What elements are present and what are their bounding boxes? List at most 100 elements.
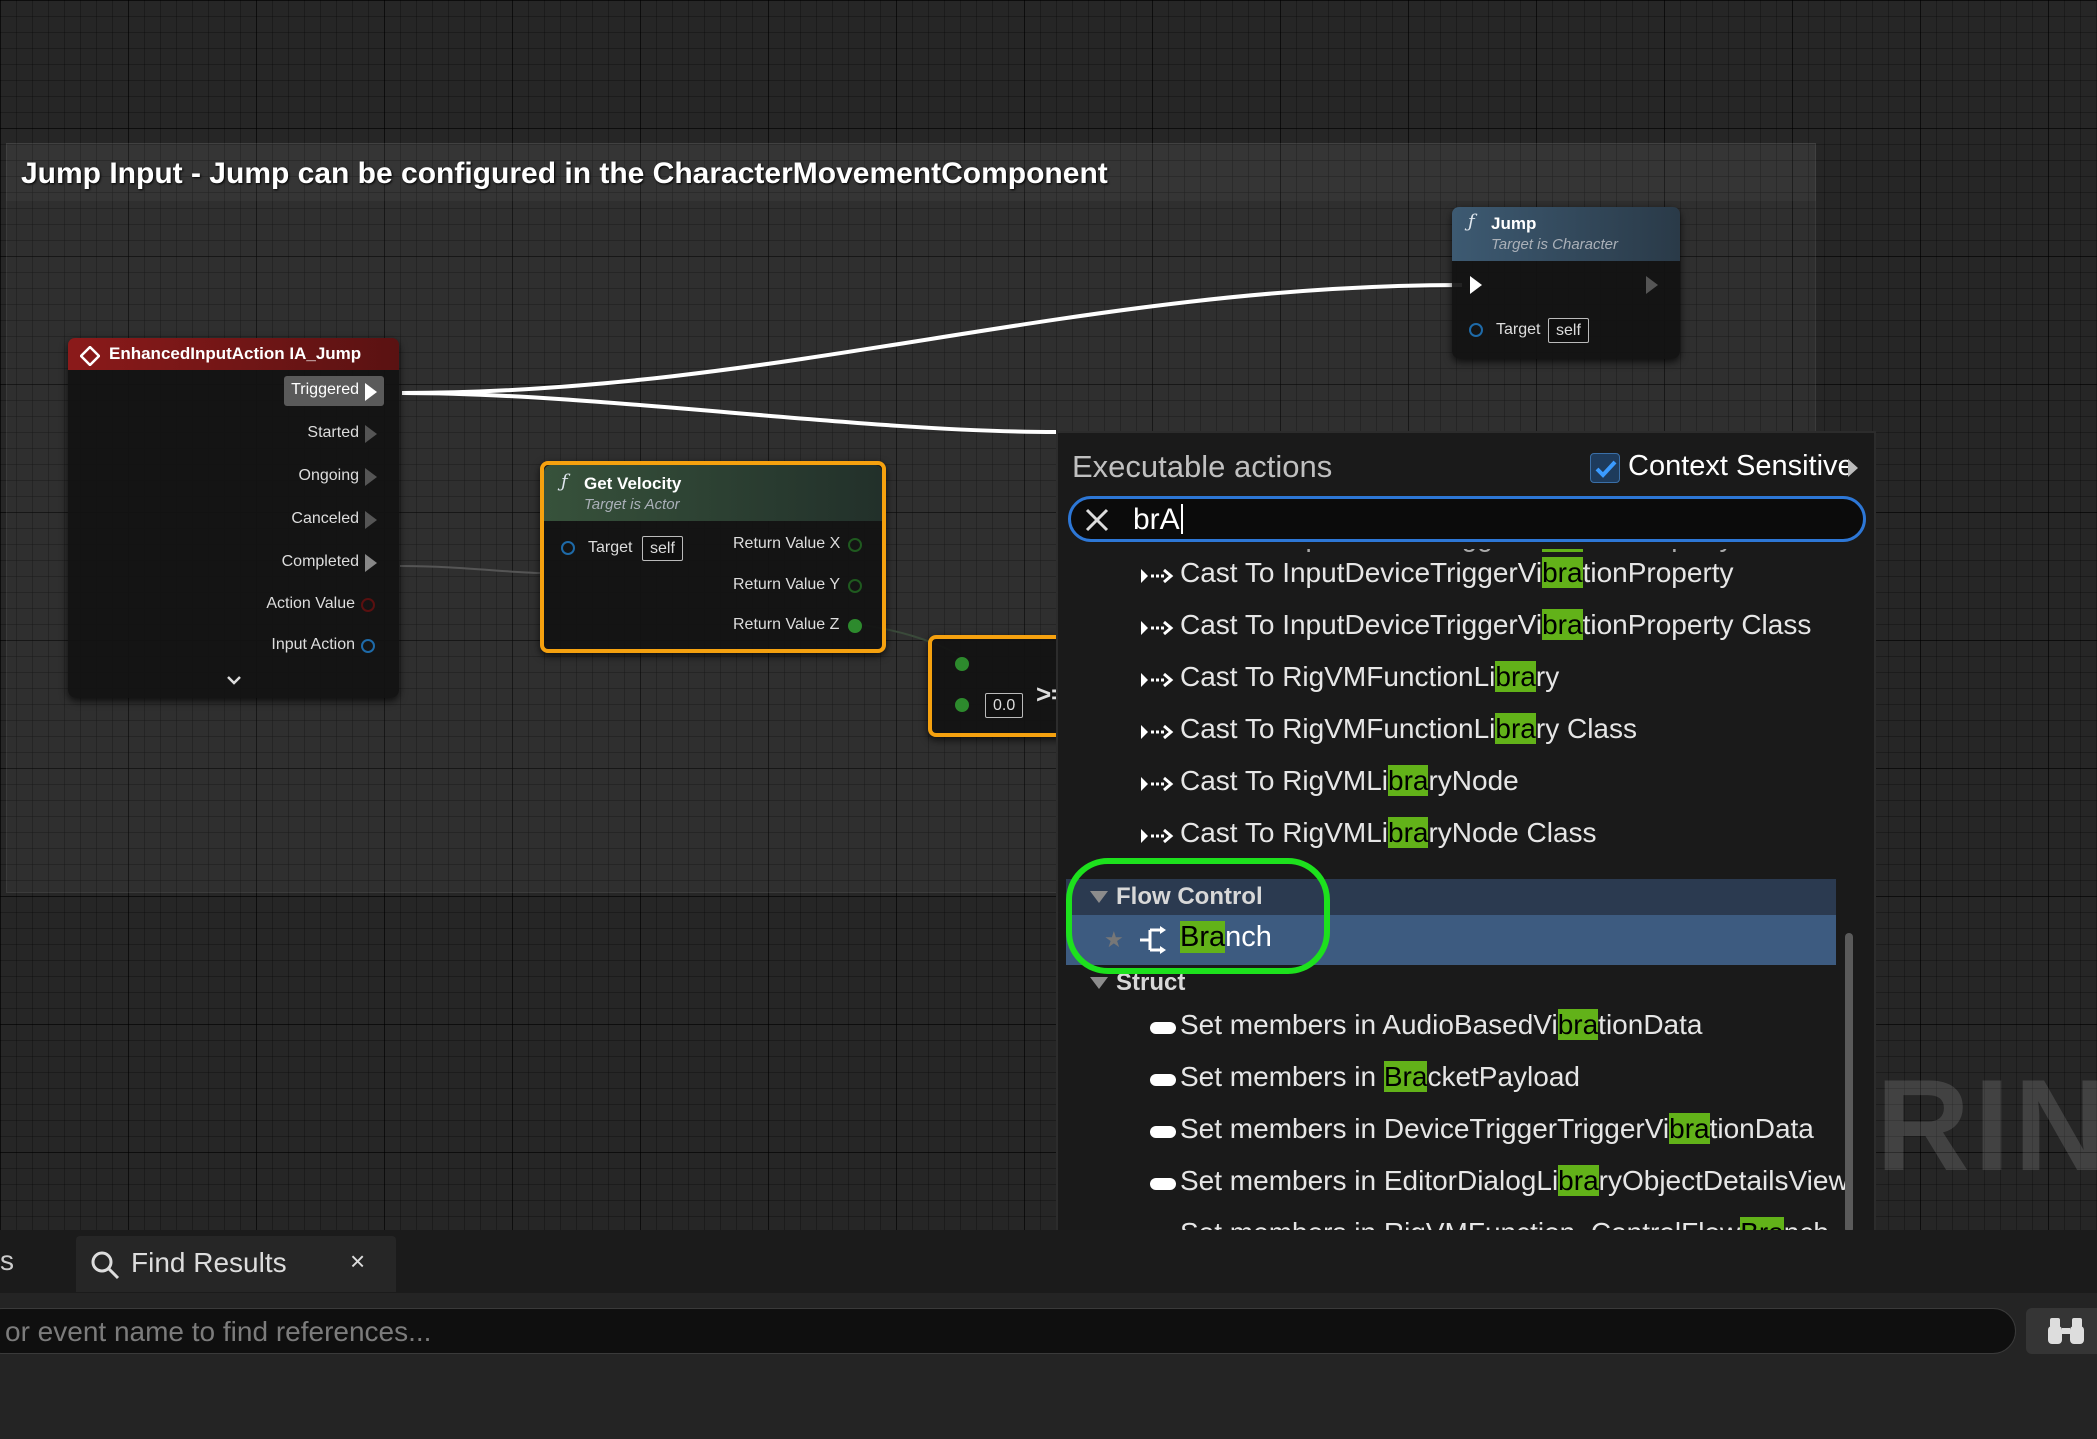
text-caret xyxy=(1180,504,1183,534)
node-subtitle: Target is Character xyxy=(1491,236,1619,253)
node-title: EnhancedInputAction IA_Jump xyxy=(109,344,362,363)
pin-return-x[interactable] xyxy=(848,538,862,552)
find-references-input[interactable]: or event name to find references... xyxy=(0,1308,2016,1354)
list-item-struct[interactable]: Set members in EditorDialogLibraryObject… xyxy=(1066,1157,1846,1209)
collapse-triangle-icon xyxy=(1090,977,1108,989)
list-item-struct[interactable]: Set members in BracketPayload xyxy=(1066,1053,1836,1105)
jump-node[interactable]: ƒ Jump Target is Character Target self xyxy=(1452,207,1680,359)
list-item-label: Set members in EditorDialogLibraryObject… xyxy=(1180,1165,1846,1196)
pin-compare-a[interactable] xyxy=(955,657,969,671)
exec-pin-in[interactable] xyxy=(1470,276,1482,294)
close-icon[interactable]: × xyxy=(350,1246,365,1277)
pin-target[interactable] xyxy=(1469,323,1483,337)
find-placeholder: or event name to find references... xyxy=(5,1316,432,1347)
list-item-label: Cast To RigVMFunctionLibrary xyxy=(1180,661,1560,692)
tab-find-results[interactable]: Find Results × xyxy=(76,1236,396,1292)
search-value: brA xyxy=(1133,503,1180,536)
scrollbar[interactable] xyxy=(1845,933,1853,1233)
binoculars-icon xyxy=(2048,1318,2084,1344)
pin-input-action-label: Input Action xyxy=(271,636,355,653)
menu-title: Executable actions xyxy=(1072,449,1333,484)
annotation-circle xyxy=(1066,858,1330,974)
pin-started-label: Started xyxy=(307,424,359,441)
exec-pin-started[interactable] xyxy=(365,425,377,443)
exec-pin-canceled[interactable] xyxy=(365,511,377,529)
pin-completed-label: Completed xyxy=(281,553,359,570)
pin-input-action[interactable] xyxy=(361,639,375,653)
chevron-down-icon[interactable] xyxy=(226,674,242,686)
pin-triggered-label: Triggered xyxy=(291,381,359,398)
list-item-label: Cast To RigVMLibraryNode xyxy=(1180,765,1519,796)
bottom-panel: s Find Results × or event name to find r… xyxy=(0,1230,2097,1439)
list-item-cast[interactable]: Cast To RigVMLibraryNode xyxy=(1066,757,1836,809)
list-item-label: Cast To InputDeviceTriggerVibrationPrope… xyxy=(1180,557,1734,588)
struct-pill-icon xyxy=(1150,1074,1176,1086)
list-item-struct[interactable]: Set members in DeviceTriggerTriggerVibra… xyxy=(1066,1105,1836,1157)
function-icon: ƒ xyxy=(561,471,568,492)
exec-wire-to-menu xyxy=(401,391,1057,434)
expand-arrow-icon[interactable] xyxy=(1848,459,1858,477)
exec-pin-triggered[interactable] xyxy=(365,383,377,401)
list-item-cast[interactable]: Cast To InputDeviceTriggerVibrationPrope… xyxy=(1066,601,1836,653)
target-self-field[interactable]: self xyxy=(642,536,683,561)
pin-return-y[interactable] xyxy=(848,579,862,593)
list-item-label: Set members in BracketPayload xyxy=(1180,1061,1580,1092)
pin-target-label: Target xyxy=(588,539,633,556)
exec-pin-out[interactable] xyxy=(1646,276,1658,294)
pin-action-value-label: Action Value xyxy=(266,595,355,612)
cast-arrow-icon xyxy=(1141,776,1174,792)
cast-arrow-icon xyxy=(1141,828,1174,844)
return-y-label: Return Value Y xyxy=(733,576,841,593)
input-action-node[interactable]: EnhancedInputAction IA_Jump Triggered St… xyxy=(68,338,399,698)
return-z-label: Return Value Z xyxy=(733,616,840,633)
find-button[interactable] xyxy=(2026,1308,2097,1354)
magnifier-icon xyxy=(91,1251,120,1280)
cast-arrow-icon xyxy=(1141,620,1174,636)
close-icon[interactable] xyxy=(1083,506,1111,534)
cast-arrow-icon xyxy=(1141,672,1174,688)
struct-pill-icon xyxy=(1150,1022,1176,1034)
tab-bar: s Find Results × xyxy=(0,1230,2097,1293)
exec-pin-completed[interactable] xyxy=(365,554,377,572)
list-item-label: Set members in DeviceTriggerTriggerVibra… xyxy=(1180,1113,1814,1144)
pin-return-z[interactable] xyxy=(848,619,862,633)
context-sensitive-checkbox[interactable] xyxy=(1590,453,1620,483)
list-item-cast[interactable]: Cast To InputDeviceTriggerVibrationPrope… xyxy=(1066,549,1836,601)
list-item-struct[interactable]: Set members in AudioBasedVibrationData xyxy=(1066,1001,1836,1053)
checkmark-icon xyxy=(1595,460,1617,478)
pin-target[interactable] xyxy=(561,541,575,555)
list-item-label: Cast To RigVMLibraryNode Class xyxy=(1180,817,1597,848)
context-sensitive-label[interactable]: Context Sensitive xyxy=(1628,450,1854,483)
list-item-cast[interactable]: Cast To RigVMLibraryNode Class xyxy=(1066,809,1836,861)
function-icon: ƒ xyxy=(1468,211,1475,232)
get-velocity-node[interactable]: ƒ Get Velocity Target is Actor Target se… xyxy=(540,461,886,653)
exec-wire-to-jump xyxy=(401,283,1463,395)
node-title: Get Velocity xyxy=(584,474,682,493)
return-x-label: Return Value X xyxy=(733,535,841,552)
cast-arrow-icon xyxy=(1141,724,1174,740)
pin-target-label: Target xyxy=(1496,321,1541,338)
compare-value-field[interactable]: 0.0 xyxy=(985,693,1024,718)
list-item-label: Cast To RigVMFunctionLibrary Class xyxy=(1180,713,1637,744)
node-subtitle: Target is Actor xyxy=(584,496,680,513)
struct-pill-icon xyxy=(1150,1126,1176,1138)
completed-wire xyxy=(399,565,541,574)
tab-partial-label[interactable]: s xyxy=(0,1245,14,1277)
target-self-field[interactable]: self xyxy=(1548,318,1589,343)
pin-ongoing-label: Ongoing xyxy=(298,467,360,484)
list-item-label: Set members in AudioBasedVibrationData xyxy=(1180,1009,1703,1040)
exec-pin-ongoing[interactable] xyxy=(365,468,377,486)
struct-pill-icon xyxy=(1150,1178,1176,1190)
pin-canceled-label: Canceled xyxy=(291,510,359,527)
list-item-cast[interactable]: Cast To RigVMFunctionLibrary xyxy=(1066,653,1836,705)
tab-label: Find Results xyxy=(131,1247,287,1278)
node-title: Jump xyxy=(1491,214,1537,233)
executable-actions-menu[interactable]: Executable actions Context Sensitive brA… xyxy=(1056,431,1876,1251)
list-item-label: Cast To InputDeviceTriggerVibrationPrope… xyxy=(1180,609,1812,640)
pin-action-value[interactable] xyxy=(361,598,375,612)
cast-arrow-icon xyxy=(1141,568,1174,584)
search-text: brA xyxy=(1133,503,1183,537)
pin-compare-b[interactable] xyxy=(955,698,969,712)
search-input[interactable]: brA xyxy=(1068,496,1866,542)
list-item-cast[interactable]: Cast To RigVMFunctionLibrary Class xyxy=(1066,705,1836,757)
